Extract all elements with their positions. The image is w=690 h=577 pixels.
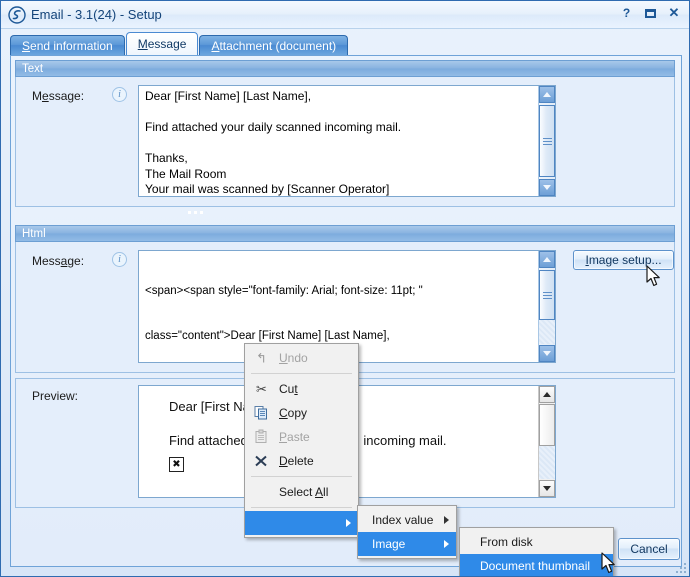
window-title: Email - 3.1(24) - Setup: [31, 7, 162, 22]
cancel-button[interactable]: Cancel: [618, 538, 680, 560]
copy-icon: [253, 405, 270, 422]
menu-item-paste-label-rest: aste: [287, 430, 310, 444]
preview-scroll-track[interactable]: [539, 446, 555, 479]
html-group-header: Html: [15, 225, 675, 242]
submenu-item-document-thumbnail[interactable]: Document thumbnail: [460, 554, 613, 576]
image-submenu[interactable]: From disk Document thumbnail: [459, 527, 614, 576]
submenu-item-from-disk-label: From disk: [480, 535, 533, 549]
html-message-label: Message:: [32, 254, 85, 268]
html-editor-scrollbar[interactable]: [538, 251, 555, 362]
submenu-item-from-disk[interactable]: From disk: [460, 530, 613, 554]
preview-scroll-down-button[interactable]: [539, 480, 555, 497]
arrow-down-icon: [543, 351, 551, 356]
tab-message-label-rest: essage: [147, 37, 187, 51]
window-controls: ? ✕: [615, 3, 685, 23]
menu-item-paste[interactable]: Paste: [245, 425, 358, 449]
help-button[interactable]: ?: [615, 3, 637, 23]
html-code-line-1: <span><span style="font-family: Arial; f…: [145, 285, 423, 297]
tab-attachment-label-rest: ttachment (document): [219, 38, 337, 53]
html-scroll-up-button[interactable]: [539, 251, 555, 268]
app-swirl-icon: [8, 6, 26, 24]
arrow-up-icon: [543, 257, 551, 262]
context-menu[interactable]: ↰ Undo ✂ Cut Copy Paste Delete Select Al…: [244, 343, 359, 538]
menu-separator: [251, 373, 352, 374]
maximize-icon: [644, 8, 656, 18]
text-html-splitter[interactable]: [15, 209, 675, 215]
menu-item-delete-label-rest: elete: [287, 454, 314, 468]
menu-item-copy-label-rest: opy: [287, 406, 308, 420]
preview-scrollbar[interactable]: [538, 386, 555, 497]
cross-delete-icon: [253, 453, 270, 470]
menu-item-cut[interactable]: ✂ Cut: [245, 377, 358, 401]
email-setup-window: Email - 3.1(24) - Setup ? ✕ Send informa…: [0, 0, 690, 577]
mouse-cursor-document-thumbnail: [601, 552, 615, 574]
close-button[interactable]: ✕: [663, 3, 685, 23]
html-code-line-2: class="content">Dear [First Name] [Last …: [145, 330, 390, 342]
text-message-editor[interactable]: Dear [First Name] [Last Name], Find atta…: [138, 85, 556, 197]
menu-item-delete[interactable]: Delete: [245, 449, 358, 473]
menu-item-select-all-label-rest: ll: [323, 485, 329, 499]
submenu-item-index-value[interactable]: Index value: [358, 508, 456, 532]
tab-message[interactable]: Message: [125, 32, 199, 55]
text-scroll-down-button[interactable]: [539, 179, 555, 196]
html-scroll-thumb[interactable]: [539, 270, 555, 320]
undo-icon: ↰: [256, 350, 267, 365]
menu-item-select-all[interactable]: Select All: [245, 480, 358, 504]
chevron-right-icon: [444, 516, 449, 524]
insert-submenu[interactable]: Index value Image: [357, 505, 457, 559]
preview-scroll-thumb[interactable]: [539, 404, 555, 446]
submenu-item-image[interactable]: Image: [358, 532, 456, 556]
submenu-item-image-label: Image: [372, 537, 406, 551]
tab-attachment-document[interactable]: Attachment (document): [199, 35, 349, 55]
help-icon: ?: [622, 6, 630, 20]
html-scroll-track[interactable]: [539, 320, 555, 344]
menu-item-undo[interactable]: ↰ Undo: [245, 346, 358, 370]
text-group-panel: Message: i Dear [First Name] [Last Name]…: [15, 77, 675, 207]
menu-item-insert[interactable]: [245, 511, 358, 535]
maximize-button[interactable]: [639, 3, 661, 23]
close-icon: ✕: [668, 5, 680, 20]
resize-grip[interactable]: [674, 561, 686, 573]
text-editor-scrollbar[interactable]: [538, 86, 555, 196]
scissors-icon: ✂: [256, 381, 267, 396]
preview-label: Preview:: [32, 389, 79, 403]
text-message-info-icon[interactable]: i: [112, 87, 127, 102]
chevron-right-icon: [346, 519, 351, 527]
submenu-item-document-thumbnail-label: Document thumbnail: [480, 559, 591, 573]
scroll-grip-icon: [542, 290, 552, 301]
preview-scroll-up-button[interactable]: [539, 386, 555, 403]
arrow-down-icon: [543, 185, 551, 190]
text-scroll-thumb[interactable]: [539, 105, 555, 177]
broken-image-icon: ✖: [169, 457, 184, 472]
tab-strip: Send information Message Attachment (doc…: [10, 32, 349, 55]
menu-item-copy[interactable]: Copy: [245, 401, 358, 425]
tab-send-information[interactable]: Send information: [10, 35, 125, 55]
menu-separator: [251, 507, 352, 508]
text-message-value: Dear [First Name] [Last Name], Find atta…: [145, 89, 402, 196]
scroll-grip-icon: [542, 136, 552, 147]
menu-item-undo-label-rest: ndo: [287, 351, 308, 365]
html-message-info-icon[interactable]: i: [112, 252, 127, 267]
chevron-right-icon: [444, 540, 449, 548]
tab-send-information-label-rest: end information: [30, 38, 113, 53]
arrow-up-icon: [543, 92, 551, 97]
html-scroll-down-button[interactable]: [539, 345, 555, 362]
mouse-cursor-image-setup: [646, 265, 660, 287]
arrow-down-icon: [543, 486, 551, 491]
clipboard-icon: [253, 429, 270, 446]
menu-separator: [251, 476, 352, 477]
text-group-header: Text: [15, 60, 675, 77]
splitter-grip-icon: [187, 210, 203, 214]
arrow-up-icon: [543, 392, 551, 397]
text-message-label: Message:: [32, 89, 85, 103]
submenu-item-index-value-label: Index value: [372, 513, 434, 527]
title-bar[interactable]: Email - 3.1(24) - Setup ? ✕: [1, 1, 689, 29]
text-scroll-up-button[interactable]: [539, 86, 555, 103]
